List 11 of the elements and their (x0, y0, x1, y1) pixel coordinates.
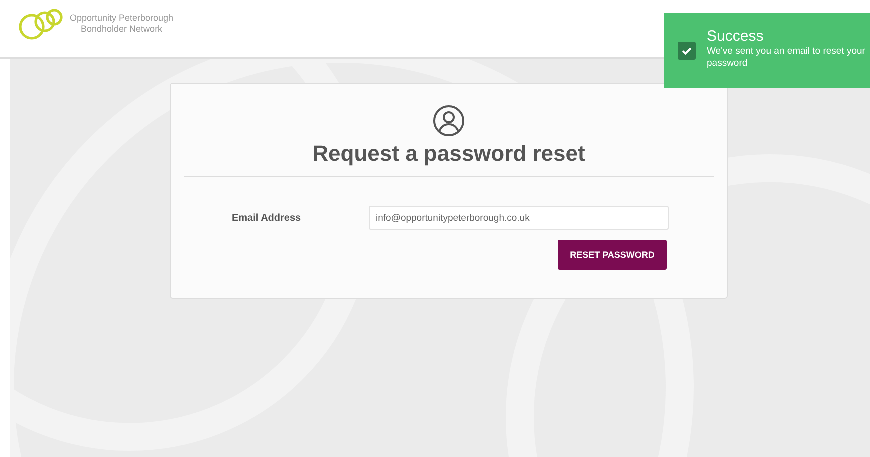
check-icon (678, 42, 696, 60)
logo-icon (18, 6, 64, 40)
brand-subtitle: Bondholder Network (81, 24, 163, 34)
field-label: Email Address (232, 212, 302, 224)
brand-name: Opportunity Peterborough (70, 12, 174, 24)
toast-message: We've sent you an email to reset your password (707, 46, 866, 70)
email-field[interactable]: info@opportunitypeterborough.co.uk (369, 206, 669, 230)
user-icon (433, 105, 465, 137)
toast-title: Success (707, 28, 765, 46)
reset-password-button[interactable]: RESET PASSWORD (558, 240, 667, 270)
form-title: Request a password reset (312, 141, 586, 167)
